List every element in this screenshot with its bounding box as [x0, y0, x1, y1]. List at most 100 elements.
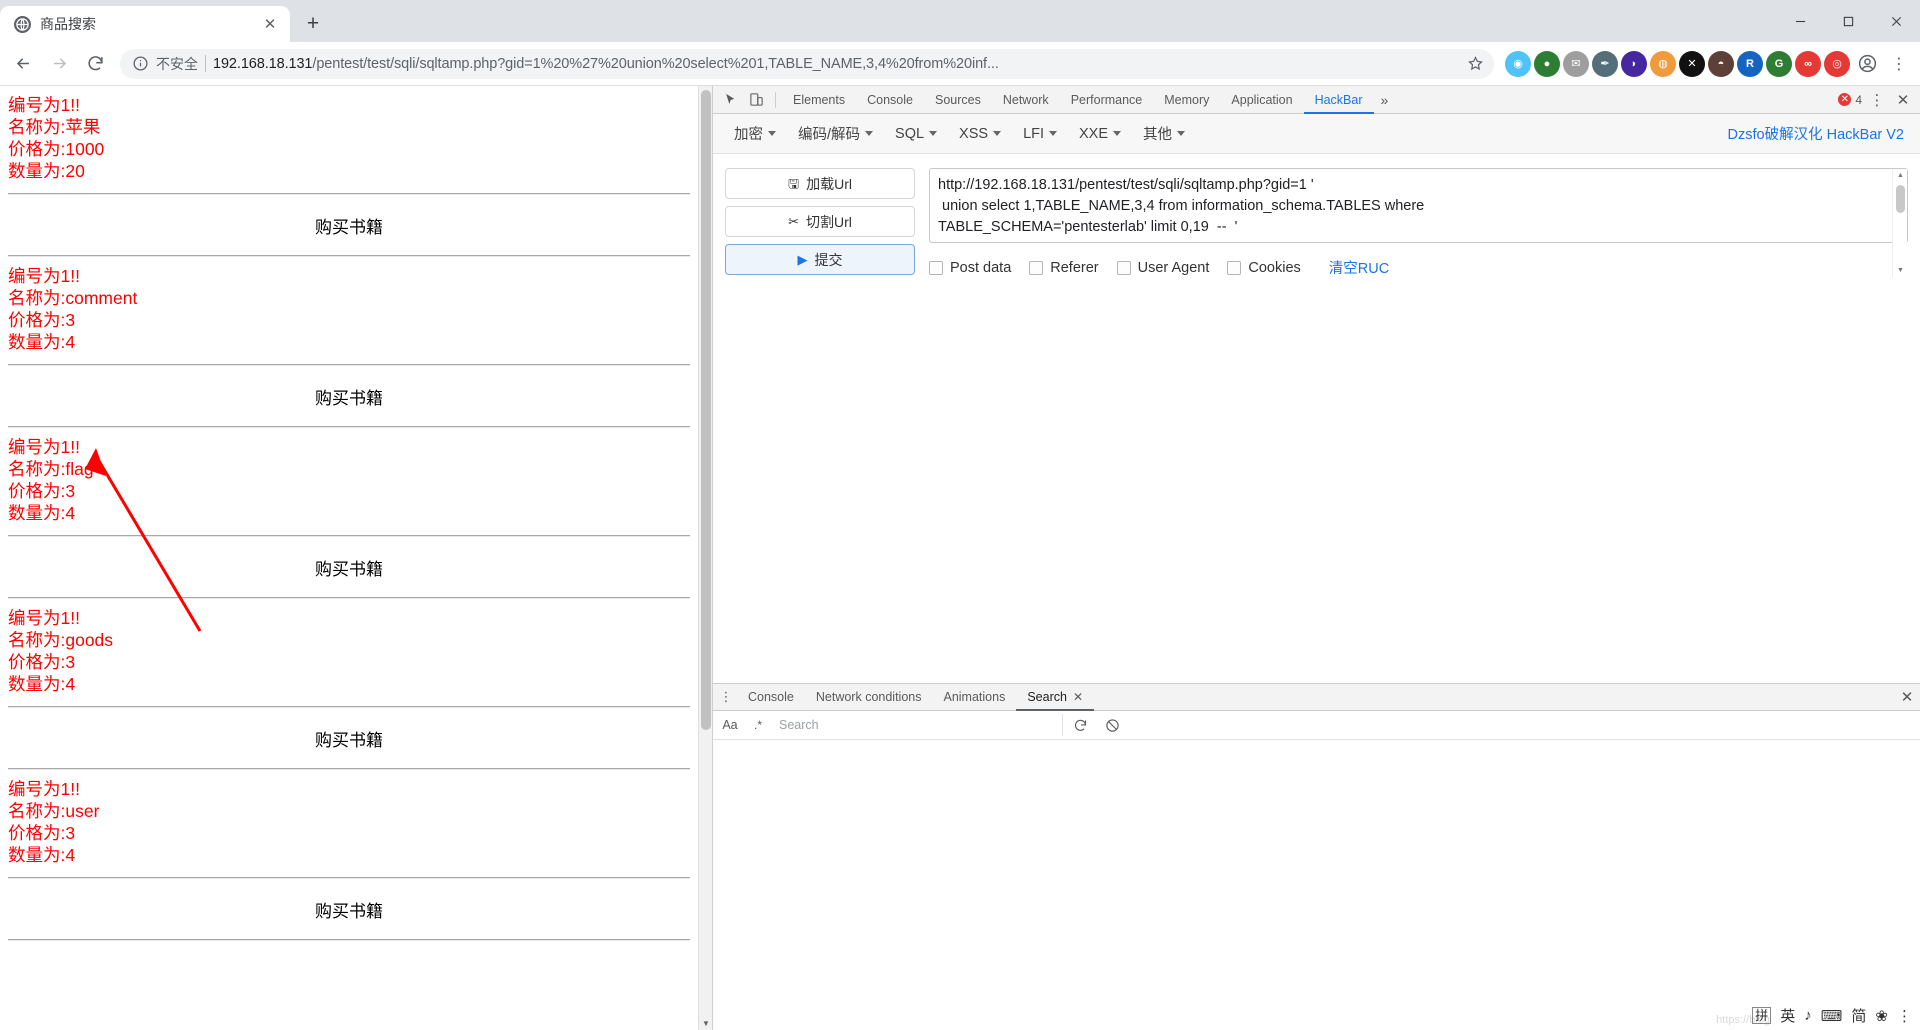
drawer-tab-animations[interactable]: Animations: [932, 684, 1016, 711]
close-icon[interactable]: ✕: [1894, 684, 1920, 710]
scroll-down-icon[interactable]: ▼: [1893, 264, 1908, 277]
drawer-tab-console[interactable]: Console: [737, 684, 805, 711]
ime-english[interactable]: 英: [1780, 1005, 1795, 1026]
star-icon[interactable]: [1462, 51, 1488, 77]
clear-ruc-link[interactable]: 清空RUC: [1329, 257, 1389, 278]
close-icon[interactable]: ✕: [260, 14, 280, 34]
request-area-wrap: http://192.168.18.131/pentest/test/sqli/…: [929, 168, 1908, 278]
ime-flower[interactable]: ❀: [1875, 1007, 1888, 1025]
devtools-tab-bar: Elements Console Sources Network Perform…: [713, 86, 1920, 114]
menu-sql-label: SQL: [895, 125, 925, 142]
refresh-icon[interactable]: [1065, 713, 1095, 737]
scrollbar-thumb[interactable]: [701, 90, 711, 730]
tab-network[interactable]: Network: [992, 86, 1060, 114]
back-arrow-icon[interactable]: [6, 47, 40, 81]
horizontal-rule: [8, 255, 690, 257]
forward-arrow-icon[interactable]: [42, 47, 76, 81]
buy-book-link[interactable]: 购买书籍: [0, 195, 698, 255]
extension-icon[interactable]: ◓: [1708, 50, 1734, 77]
minimize-icon[interactable]: [1776, 0, 1824, 42]
tab-console[interactable]: Console: [856, 86, 924, 114]
window-controls: [1776, 0, 1920, 42]
browser-tab[interactable]: 商品搜索 ✕: [0, 6, 290, 42]
buy-book-link[interactable]: 购买书籍: [0, 366, 698, 426]
buy-book-link[interactable]: 购买书籍: [0, 708, 698, 768]
option-user-agent[interactable]: User Agent: [1116, 260, 1209, 276]
search-input[interactable]: Search: [773, 714, 1063, 736]
menu-lfi[interactable]: LFI: [1014, 122, 1066, 146]
record-name: 名称为:user: [8, 801, 100, 821]
ime-pinyin[interactable]: 拼: [1752, 1007, 1772, 1024]
ime-status-bar[interactable]: 拼 英 ♪ ⌨ 简 ❀ ⋮: [1748, 1003, 1916, 1028]
maximize-icon[interactable]: [1824, 0, 1872, 42]
split-url-button[interactable]: ✂ 切割Url: [725, 206, 915, 237]
extension-icon[interactable]: ✉: [1563, 50, 1589, 77]
drawer-tab-network-conditions[interactable]: Network conditions: [805, 684, 933, 711]
option-referer[interactable]: Referer: [1029, 260, 1099, 276]
kebab-menu-icon[interactable]: ⋮: [1884, 49, 1914, 79]
extension-icon[interactable]: G: [1766, 50, 1792, 77]
menu-encrypt[interactable]: 加密: [725, 119, 785, 148]
checkbox-icon[interactable]: [1116, 260, 1131, 275]
page-scrollbar[interactable]: ▲ ▼: [698, 86, 712, 1030]
execute-button[interactable]: ▶ 提交: [725, 244, 915, 275]
buy-book-link[interactable]: 购买书籍: [0, 879, 698, 939]
textarea-scrollbar[interactable]: ▲ ▼: [1892, 169, 1907, 277]
device-toolbar-icon[interactable]: [743, 88, 769, 112]
clear-icon[interactable]: [1097, 713, 1127, 737]
menu-xss[interactable]: XSS: [950, 122, 1010, 146]
load-url-button[interactable]: 🖫 加载Url: [725, 168, 915, 199]
extension-icon[interactable]: ◍: [1650, 50, 1676, 77]
extension-icon[interactable]: ◉: [1505, 50, 1531, 77]
drawer-tab-search[interactable]: Search ✕: [1016, 684, 1094, 711]
checkbox-icon[interactable]: [929, 260, 943, 275]
match-case-button[interactable]: Aa: [717, 713, 743, 737]
option-post-data[interactable]: Post data: [929, 260, 1011, 276]
tab-performance[interactable]: Performance: [1060, 86, 1154, 114]
ime-sound[interactable]: ♪: [1804, 1007, 1812, 1024]
tab-sources[interactable]: Sources: [924, 86, 992, 114]
scroll-down-icon[interactable]: ▼: [699, 1016, 712, 1030]
tab-memory[interactable]: Memory: [1153, 86, 1220, 114]
regex-button[interactable]: .*: [745, 713, 771, 737]
extension-icon[interactable]: ◗: [1621, 50, 1647, 77]
kebab-menu-icon[interactable]: ⋮: [715, 689, 737, 705]
checkbox-icon[interactable]: [1227, 260, 1242, 275]
buy-book-link[interactable]: 购买书籍: [0, 537, 698, 597]
close-icon[interactable]: ✕: [1073, 690, 1083, 704]
tab-elements[interactable]: Elements: [782, 86, 856, 114]
scrollbar-thumb[interactable]: [1896, 185, 1905, 213]
ime-simplified[interactable]: 简: [1851, 1005, 1866, 1026]
kebab-menu-icon[interactable]: ⋮: [1866, 89, 1888, 111]
checkbox-icon[interactable]: [1029, 260, 1044, 275]
extension-icon[interactable]: ∞: [1795, 50, 1821, 77]
info-circle-icon[interactable]: [132, 55, 149, 72]
extension-icon[interactable]: ◎: [1824, 50, 1850, 77]
option-post-data-label: Post data: [950, 259, 1012, 276]
ime-more[interactable]: ⋮: [1897, 1007, 1912, 1025]
inspect-cursor-icon[interactable]: [717, 88, 743, 112]
extension-icon[interactable]: ✕: [1679, 50, 1705, 77]
close-icon[interactable]: [1872, 0, 1920, 42]
address-bar[interactable]: 不安全 192.168.18.131/pentest/test/sqli/sql…: [120, 48, 1494, 79]
menu-xxe[interactable]: XXE: [1070, 122, 1130, 146]
reload-icon[interactable]: [78, 47, 112, 81]
request-textarea[interactable]: http://192.168.18.131/pentest/test/sqli/…: [929, 168, 1908, 243]
tab-application[interactable]: Application: [1220, 86, 1303, 114]
option-cookies[interactable]: Cookies: [1227, 260, 1301, 276]
chevron-right-icon[interactable]: »: [1374, 92, 1396, 108]
menu-sql[interactable]: SQL: [886, 122, 946, 146]
close-icon[interactable]: ✕: [1892, 89, 1914, 111]
extension-icon[interactable]: R: [1737, 50, 1763, 77]
error-badge[interactable]: ✕ 4: [1838, 93, 1862, 107]
extension-icon[interactable]: ✒: [1592, 50, 1618, 77]
new-tab-button[interactable]: +: [298, 9, 328, 39]
tab-hackbar[interactable]: HackBar: [1304, 86, 1374, 114]
menu-encode-decode[interactable]: 编码/解码: [789, 119, 882, 148]
extension-icon[interactable]: ●: [1534, 50, 1560, 77]
scroll-up-icon[interactable]: ▲: [1893, 169, 1908, 182]
error-count: 4: [1855, 92, 1862, 107]
account-circle-icon[interactable]: [1852, 49, 1882, 79]
menu-other[interactable]: 其他: [1134, 119, 1194, 148]
ime-keyboard[interactable]: ⌨: [1821, 1007, 1843, 1025]
